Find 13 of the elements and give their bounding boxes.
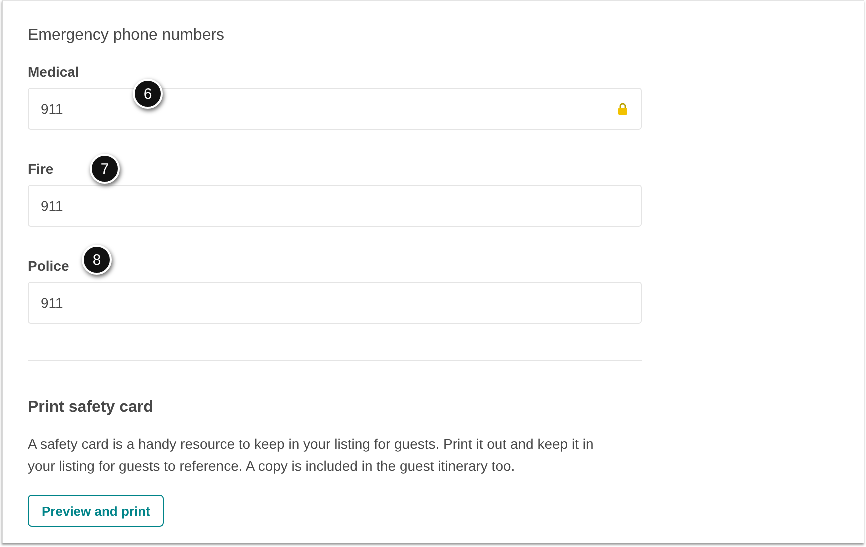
section-title: Print safety card: [28, 398, 154, 418]
preview-print-button[interactable]: Preview and print: [28, 495, 164, 527]
phone-field[interactable]: 911: [28, 185, 642, 227]
callout-badge: 6: [133, 79, 163, 109]
callout-badge: 8: [82, 245, 112, 275]
field-label: Fire: [28, 160, 54, 178]
lock-icon: [618, 103, 628, 115]
section-title: Emergency phone numbers: [28, 26, 226, 46]
callout-badge: 7: [90, 154, 120, 184]
description-text: A safety card is a handy resource to keep in your listing for guests. Print it out and keep it in your listing for guests to reference. A copy is included in the guest itinerary too.: [28, 435, 595, 476]
field-label: Police: [28, 257, 70, 275]
field-label: Medical: [28, 63, 80, 81]
phone-field[interactable]: 911: [28, 282, 642, 324]
